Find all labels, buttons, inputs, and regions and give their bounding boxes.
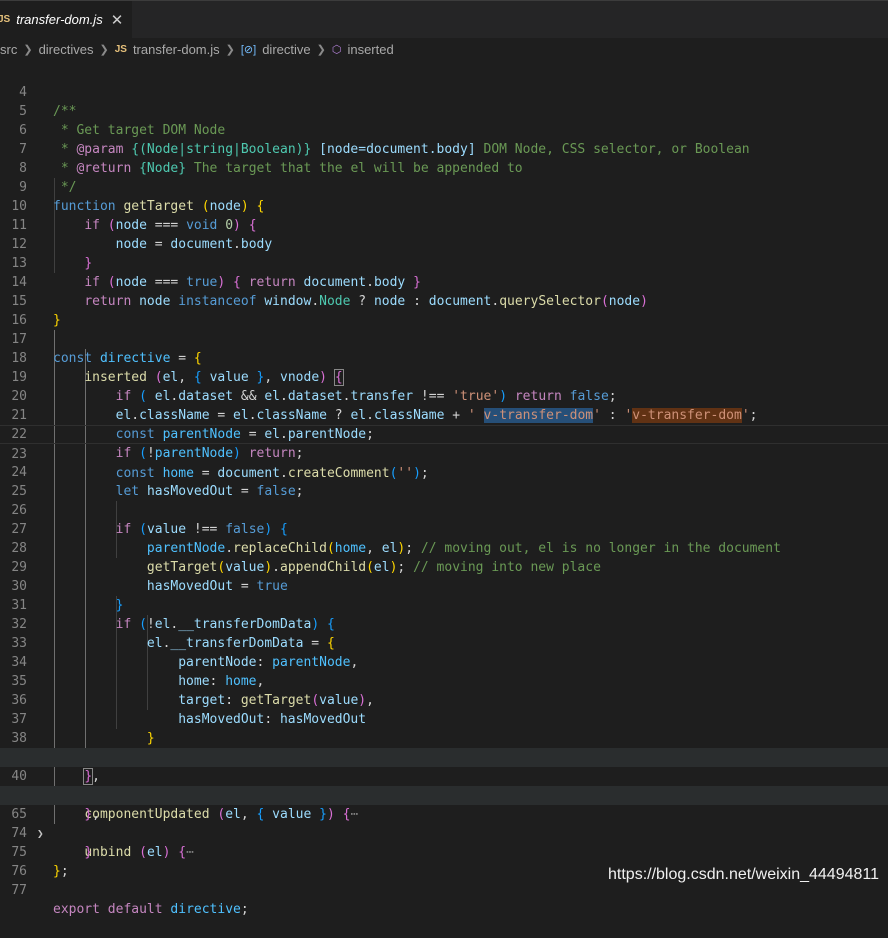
breadcrumb-inserted[interactable]: inserted [347,42,393,57]
code-line: 5 * Get target DOM Node [0,83,888,138]
variable-icon: [⊘] [240,43,257,56]
code-line: 28 getTarget(value).appendChild(el); // … [0,520,888,575]
code-line: 32 el.__transferDomData = { [0,596,888,651]
identifier: directive [170,902,241,917]
code-line: 25 [0,463,888,499]
js-file-icon: JS [114,43,127,55]
code-line: 11 node = document.body [0,197,888,252]
code-line: 38 } [0,710,888,765]
code-line: 15 } [0,273,888,328]
breadcrumb: src ❯ directives ❯ JS transfer-dom.js ❯ … [0,38,888,60]
code-line: 16 [0,292,888,328]
code-line: 37 } [0,691,888,746]
code-line: 36 hasMovedOut: hasMovedOut [0,672,888,727]
code-line: 12 } [0,216,888,271]
chevron-right-icon: ❯ [23,43,33,56]
code-line: 27 parentNode.replaceChild(home, el); //… [0,501,888,556]
watermark: https://blog.csdn.net/weixin_44494811 [608,866,880,883]
code-line: 26 if (value !== false) { [0,482,888,537]
tab-label: transfer-dom.js [16,12,103,27]
code-line: 74 } [0,805,888,860]
breadcrumb-directive[interactable]: directive [262,42,310,57]
close-icon[interactable]: ✕ [111,11,124,29]
code-line-folded[interactable]: 65 ❯ unbind (el) {⋯ [0,786,888,860]
code-line: 8 */ [0,140,888,195]
keyword: export [53,902,100,917]
code-line: 39 }, [0,729,888,785]
js-file-icon: JS [0,14,11,25]
code-line: 4 /** [0,64,888,119]
code-line: 24 let hasMovedOut = false; [0,444,888,499]
code-line: 35 target: getTarget(value), [0,653,888,708]
code-line: 17 const directive = { [0,311,888,366]
code-line: 76 [0,843,888,879]
chevron-right-icon: ❯ [316,43,326,56]
code-line: 41 }, [0,767,888,822]
code-line: 34 home: home, [0,634,888,689]
code-line: 7 * @return {Node} The target that the e… [0,121,888,176]
line-number: 77 [11,883,27,898]
method-icon: ⬡ [331,43,342,56]
code-line: 18 inserted (el, { value }, vnode) { [0,330,888,386]
breadcrumb-src[interactable]: src [0,42,17,57]
code-line-current: 23 const home = document.createComment('… [0,425,888,481]
chevron-right-icon: ❯ [99,43,109,56]
chevron-right-icon: ❯ [225,43,235,56]
code-line: 6 * @param {(Node|string|Boolean)} [node… [0,102,888,157]
code-line: 14 return node instanceof window.Node ? … [0,254,888,309]
code-line-folded[interactable]: 40 ❯ componentUpdated (el, { value }) {⋯ [0,748,888,822]
code-line: 22 if (!parentNode) return; [0,406,888,461]
code-line: 21 const parentNode = el.parentNode; [0,387,888,442]
code-line: 75 }; [0,824,888,879]
keyword: default [107,902,163,917]
code-line: 10 if (node === void 0) { [0,178,888,233]
code-line: 19 if ( el.dataset && el.dataset.transfe… [0,349,888,404]
breadcrumb-file[interactable]: transfer-dom.js [133,42,220,57]
code-line: 31 if (!el.__transferDomData) { [0,577,888,632]
tab-transfer-dom[interactable]: JS transfer-dom.js ✕ [0,1,132,38]
code-editor[interactable]: 4 /** 5 * Get target DOM Node 6 * @param… [0,64,888,917]
breadcrumb-directives[interactable]: directives [39,42,94,57]
code-line: 30 } [0,558,888,613]
code-line: 29 hasMovedOut = true [0,539,888,594]
code-line: 20 el.className = el.className ? el.clas… [0,368,888,423]
code-line: 33 parentNode: parentNode, [0,615,888,670]
code-line: 13 if (node === true) { return document.… [0,235,888,290]
tab-bar: JS transfer-dom.js ✕ [0,0,888,38]
code-line: 9 function getTarget (node) { [0,159,888,214]
